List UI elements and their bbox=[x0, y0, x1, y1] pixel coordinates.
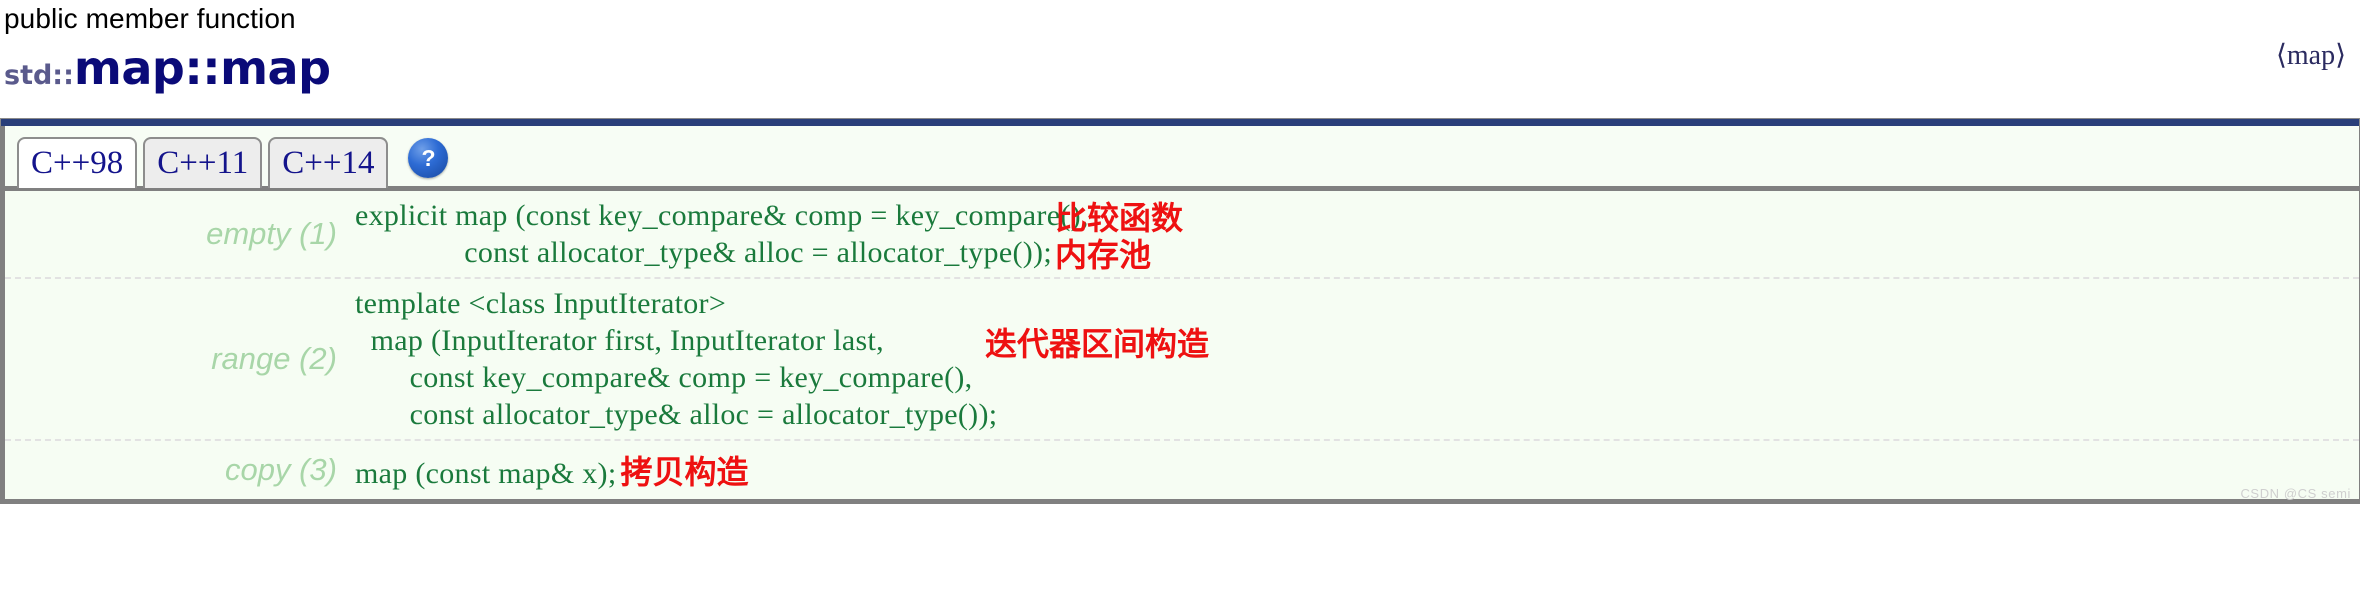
signature-label-range: range (2) bbox=[211, 341, 337, 376]
signature-row-range: range (2) template <class InputIterator>… bbox=[5, 277, 2359, 439]
signature-label-copy: copy (3) bbox=[225, 452, 337, 487]
signature-body-range: template <class InputIterator> map (Inpu… bbox=[355, 285, 2359, 433]
include-header-label: ⟨map⟩ bbox=[2275, 40, 2346, 71]
annotation-memory-pool: 内存池 bbox=[1055, 236, 1152, 274]
title-scope-separator: :: bbox=[184, 41, 221, 95]
watermark: CSDN @CS semi bbox=[2240, 486, 2351, 501]
signature-row-empty: empty (1) explicit map (const key_compar… bbox=[5, 191, 2359, 277]
signature-panel: empty (1) explicit map (const key_compar… bbox=[0, 191, 2360, 504]
signature-row-copy: copy (3) map (const map& x); 拷贝构造 bbox=[5, 439, 2359, 499]
tab-cpp14[interactable]: C++14 bbox=[268, 137, 389, 188]
signature-label-empty: empty (1) bbox=[206, 216, 337, 251]
help-icon[interactable]: ? bbox=[408, 138, 449, 178]
title-class: map bbox=[73, 41, 185, 95]
tab-cpp98[interactable]: C++98 bbox=[17, 137, 138, 188]
signature-body-empty: explicit map (const key_compare& comp = … bbox=[355, 197, 2359, 274]
panel-top-accent-bar bbox=[0, 118, 2360, 126]
annotation-iterator-range-construct: 迭代器区间构造 bbox=[985, 325, 1210, 363]
page-header: public member function std::map::map ⟨ma… bbox=[0, 0, 2360, 108]
signature-body-copy: map (const map& x); 拷贝构造 bbox=[355, 447, 2359, 493]
signature-code-empty: explicit map (const key_compare& comp = … bbox=[355, 199, 1089, 269]
page-title: std::map::map bbox=[4, 40, 2360, 108]
title-member: map bbox=[220, 41, 331, 95]
standard-version-tabbar: C++98 C++11 C++14 ? bbox=[0, 126, 2360, 188]
tab-list: C++98 C++11 C++14 ? bbox=[5, 126, 2359, 188]
signature-code-range: template <class InputIterator> map (Inpu… bbox=[355, 287, 998, 431]
signature-code-copy: map (const map& x); bbox=[355, 457, 617, 490]
member-kind-label: public member function bbox=[4, 3, 296, 34]
title-namespace: std:: bbox=[4, 60, 74, 91]
tab-cpp11[interactable]: C++11 bbox=[143, 137, 263, 188]
annotation-copy-construct: 拷贝构造 bbox=[620, 453, 749, 491]
